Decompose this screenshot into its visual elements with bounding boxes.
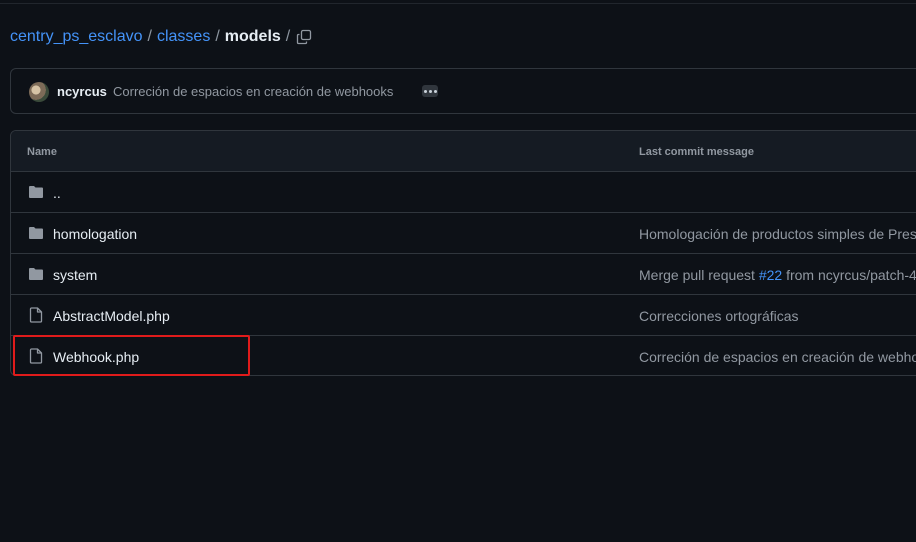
folder-icon	[27, 266, 45, 282]
table-header: Name Last commit message	[11, 131, 916, 172]
file-name-link[interactable]: system	[53, 267, 97, 283]
column-header-name: Name	[27, 146, 57, 158]
commit-message-link[interactable]: Correción de espacios en creación de web…	[113, 84, 393, 99]
commit-message-prefix[interactable]: Merge pull request	[639, 267, 759, 283]
row-commit-message[interactable]: Correcciones ortográficas	[639, 308, 799, 324]
table-row-webhook[interactable]: Webhook.php Correción de espacios en cre…	[11, 336, 916, 375]
table-row-homologation[interactable]: homologation Homologación de productos s…	[11, 213, 916, 254]
file-table: Name Last commit message .. homologation…	[10, 130, 916, 376]
pull-request-link[interactable]: #22	[759, 267, 782, 283]
breadcrumb-folder-link[interactable]: classes	[157, 28, 210, 46]
top-divider	[0, 3, 916, 4]
table-row-parent-directory[interactable]: ..	[11, 172, 916, 213]
folder-icon	[27, 225, 45, 241]
file-name-link[interactable]: homologation	[53, 226, 137, 242]
row-commit-message[interactable]: Homologación de productos simples de Pre…	[639, 226, 916, 242]
ellipsis-icon	[423, 89, 427, 93]
folder-icon	[27, 184, 45, 200]
file-name-link[interactable]: Webhook.php	[53, 349, 139, 365]
copy-path-button[interactable]	[293, 26, 315, 48]
breadcrumb-separator: /	[215, 28, 220, 45]
commit-author-link[interactable]: ncyrcus	[57, 84, 107, 99]
row-commit-message[interactable]: Correción de espacios en creación de web…	[639, 349, 916, 365]
file-icon	[27, 307, 45, 323]
avatar[interactable]	[29, 82, 49, 102]
breadcrumb-separator: /	[285, 28, 291, 45]
file-icon	[27, 348, 45, 364]
breadcrumb-separator: /	[147, 28, 152, 45]
row-commit-message: Merge pull request #22 from ncyrcus/patc…	[639, 267, 916, 283]
table-row-system[interactable]: system Merge pull request #22 from ncyrc…	[11, 254, 916, 295]
table-row-abstractmodel[interactable]: AbstractModel.php Correcciones ortográfi…	[11, 295, 916, 336]
breadcrumb: centry_ps_esclavo / classes / models /	[10, 26, 295, 48]
commit-message-suffix[interactable]: from ncyrcus/patch-4	[782, 267, 916, 283]
column-header-last-commit: Last commit message	[639, 146, 754, 158]
breadcrumb-repo-link[interactable]: centry_ps_esclavo	[10, 28, 143, 46]
file-name-link[interactable]: ..	[53, 185, 61, 201]
breadcrumb-current: models	[224, 28, 281, 45]
commit-details-button[interactable]	[422, 85, 438, 97]
copy-icon	[296, 29, 312, 45]
latest-commit-bar: ncyrcus Correción de espacios en creació…	[10, 68, 916, 114]
file-name-link[interactable]: AbstractModel.php	[53, 308, 170, 324]
